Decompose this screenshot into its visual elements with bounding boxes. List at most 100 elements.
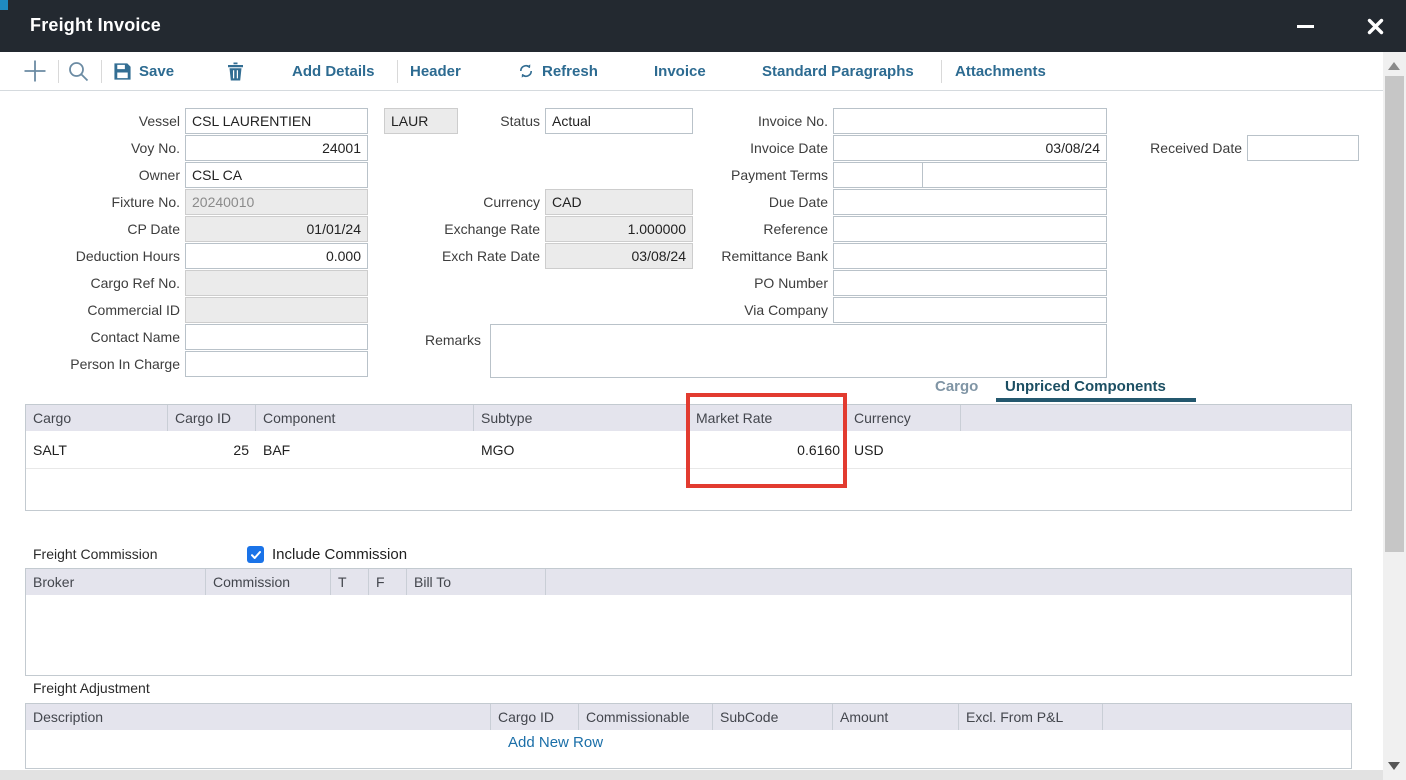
currency-label: Currency (300, 189, 540, 215)
scrollbar-thumb[interactable] (1385, 76, 1404, 552)
commercial-id-label: Commercial ID (0, 297, 180, 323)
header-label: Header (410, 63, 461, 80)
remarks-label: Remarks (331, 327, 481, 353)
cell-market-rate: 0.6160 (689, 442, 847, 458)
po-number-input[interactable] (833, 270, 1107, 296)
po-number-label: PO Number (600, 270, 828, 296)
cell-component: BAF (256, 442, 474, 458)
freight-commission-grid: Broker Commission T F Bill To (25, 568, 1352, 676)
include-commission-checkbox[interactable] (247, 546, 264, 563)
toolbar-separator (58, 60, 59, 83)
invoice-button[interactable]: Invoice (654, 52, 706, 90)
plus-icon (22, 58, 48, 84)
unpriced-grid-header: Cargo Cargo ID Component Subtype Market … (26, 405, 1351, 431)
scroll-down-icon[interactable] (1388, 762, 1400, 770)
invoice-date-input[interactable] (833, 135, 1107, 161)
window-title: Freight Invoice (30, 15, 161, 36)
adjustment-grid-header: Description Cargo ID Commissionable SubC… (26, 704, 1351, 730)
standard-paragraphs-label: Standard Paragraphs (762, 63, 914, 80)
column-header-amount: Amount (833, 704, 959, 730)
column-header-commissionable: Commissionable (579, 704, 713, 730)
voy-no-input[interactable] (185, 135, 368, 161)
exch-rate-date-label: Exch Rate Date (300, 243, 540, 269)
refresh-label: Refresh (542, 63, 598, 80)
save-label: Save (139, 63, 174, 80)
freight-commission-title: Freight Commission (33, 546, 157, 562)
received-date-input[interactable] (1247, 135, 1359, 161)
vertical-scrollbar[interactable] (1383, 52, 1406, 780)
commercial-id-field (185, 297, 368, 323)
toolbar-separator (101, 60, 102, 83)
person-in-charge-label: Person In Charge (0, 351, 180, 377)
standard-paragraphs-button[interactable]: Standard Paragraphs (762, 52, 914, 90)
vessel-label: Vessel (0, 108, 180, 134)
column-header-commission: Commission (206, 569, 331, 595)
due-date-input[interactable] (833, 189, 1107, 215)
column-header-t: T (331, 569, 369, 595)
window-edge-accent (0, 0, 8, 10)
tab-cargo[interactable]: Cargo (935, 378, 978, 395)
invoice-no-label: Invoice No. (600, 108, 828, 134)
minimize-button[interactable] (1291, 14, 1319, 38)
dash-icon (1297, 25, 1314, 28)
title-bar: Freight Invoice (0, 0, 1406, 52)
check-icon (250, 549, 262, 561)
bottom-scroll-track[interactable] (0, 770, 1383, 780)
owner-label: Owner (0, 162, 180, 188)
via-company-input[interactable] (833, 297, 1107, 323)
cell-cargo: SALT (26, 442, 168, 458)
add-new-row-link[interactable]: Add New Row (508, 734, 603, 751)
delete-button[interactable] (227, 52, 244, 90)
column-header-cargo-id: Cargo ID (168, 405, 256, 431)
tab-unpriced-components[interactable]: Unpriced Components (1005, 378, 1166, 395)
active-tab-underline (996, 398, 1196, 402)
contact-name-label: Contact Name (0, 324, 180, 350)
close-button[interactable] (1361, 14, 1389, 38)
circular-arrows-icon (517, 62, 535, 80)
remittance-bank-input[interactable] (833, 243, 1107, 269)
new-button[interactable] (22, 52, 48, 90)
cell-subtype: MGO (474, 442, 689, 458)
due-date-label: Due Date (600, 189, 828, 215)
column-header-currency: Currency (847, 405, 961, 431)
person-in-charge-input[interactable] (185, 351, 368, 377)
add-details-label: Add Details (292, 63, 375, 80)
remarks-textarea[interactable] (490, 324, 1107, 378)
column-header-component: Component (256, 405, 474, 431)
column-header-cargo: Cargo (26, 405, 168, 431)
unpriced-components-grid: Cargo Cargo ID Component Subtype Market … (25, 404, 1352, 511)
attachments-button[interactable]: Attachments (955, 52, 1046, 90)
search-button[interactable] (67, 52, 90, 90)
freight-adjustment-title: Freight Adjustment (33, 680, 150, 696)
payment-terms-code-input[interactable] (833, 162, 923, 188)
toolbar-separator (941, 60, 942, 83)
freight-invoice-window: Freight Invoice Save Add Details Head (0, 0, 1406, 780)
unpriced-grid-row[interactable]: SALT 25 BAF MGO 0.6160 USD (26, 431, 1351, 469)
exchange-rate-label: Exchange Rate (300, 216, 540, 242)
fixture-no-label: Fixture No. (0, 189, 180, 215)
voy-no-label: Voy No. (0, 135, 180, 161)
invoice-label: Invoice (654, 63, 706, 80)
column-header-adj-cargo-id: Cargo ID (491, 704, 579, 730)
reference-label: Reference (600, 216, 828, 242)
received-date-label: Received Date (1120, 135, 1242, 161)
column-header-market-rate: Market Rate (689, 405, 847, 431)
owner-input[interactable] (185, 162, 368, 188)
payment-terms-desc-input[interactable] (922, 162, 1107, 188)
save-button[interactable]: Save (113, 52, 174, 90)
cell-currency: USD (847, 442, 961, 458)
invoice-no-input[interactable] (833, 108, 1107, 134)
commission-grid-header: Broker Commission T F Bill To (26, 569, 1351, 595)
refresh-button[interactable]: Refresh (517, 52, 598, 90)
reference-input[interactable] (833, 216, 1107, 242)
header-button[interactable]: Header (410, 52, 461, 90)
column-header-f: F (369, 569, 407, 595)
column-header-subcode: SubCode (713, 704, 833, 730)
column-header-subtype: Subtype (474, 405, 689, 431)
scroll-up-icon[interactable] (1388, 62, 1400, 70)
cell-cargo-id: 25 (168, 442, 256, 458)
add-details-button[interactable]: Add Details (292, 52, 375, 90)
floppy-disk-icon (113, 62, 132, 81)
remittance-bank-label: Remittance Bank (600, 243, 828, 269)
deduction-hours-label: Deduction Hours (0, 243, 180, 269)
